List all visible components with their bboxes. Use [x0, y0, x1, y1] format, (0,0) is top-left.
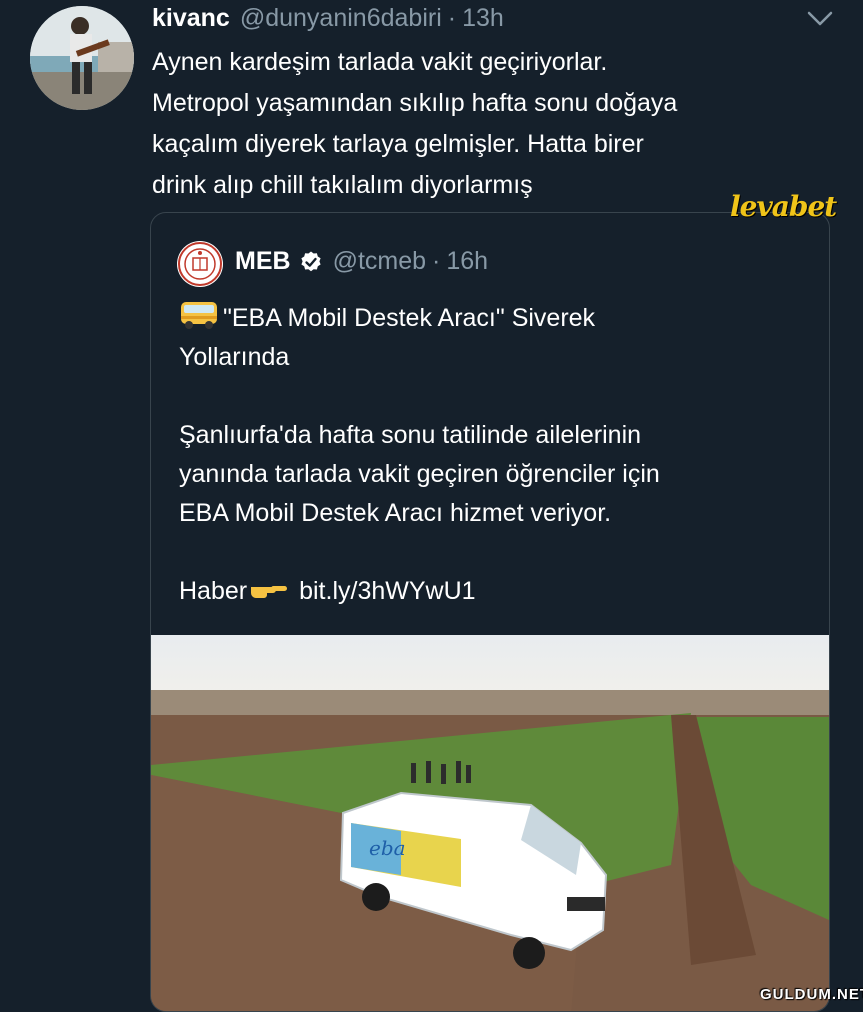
quoted-tweet-card[interactable]: MEB @tcmeb · 16h "EBA Mobil Destek Aracı…	[150, 212, 830, 1012]
quoted-title-line-2: Yollarında	[179, 343, 290, 371]
quoted-body-line: EBA Mobil Destek Aracı hizmet veriyor.	[179, 499, 612, 527]
quoted-link-line: Haber bit.ly/3hWYwU1	[179, 572, 809, 611]
quoted-tweet-header: MEB @tcmeb · 16h	[235, 247, 488, 276]
author-name[interactable]: kivanc	[152, 4, 230, 33]
tweet-header: kivanc @dunyanin6dabiri · 13h	[152, 4, 504, 34]
tweet-timestamp[interactable]: 13h	[462, 4, 504, 33]
quoted-body-line: yanında tarlada vakit geçiren öğrenciler…	[179, 460, 660, 488]
minibus-emoji-icon	[181, 302, 217, 329]
van-logo-text: eba	[369, 836, 406, 860]
quoted-body-line: Şanlıurfa'da hafta sonu tatilinde ailele…	[179, 421, 642, 449]
news-link[interactable]: bit.ly/3hWYwU1	[299, 577, 475, 605]
header-separator: ·	[447, 4, 457, 32]
quoted-header-separator: ·	[432, 247, 441, 275]
quoted-title-text: "EBA Mobil Destek Aracı" Siverek	[223, 304, 596, 332]
tweet-text-line: kaçalım diyerek tarlaya gelmişler. Hatta…	[152, 130, 644, 158]
author-handle[interactable]: @dunyanin6dabiri	[240, 4, 442, 33]
quoted-tweet-body: "EBA Mobil Destek Aracı" Siverek Yolları…	[179, 299, 809, 611]
quoted-tweet-timestamp[interactable]: 16h	[446, 247, 488, 276]
quoted-title-line: "EBA Mobil Destek Aracı" Siverek	[179, 299, 809, 338]
chevron-down-icon[interactable]	[806, 10, 834, 28]
tweet-photo[interactable]: eba	[151, 635, 829, 1011]
tweet-text: Aynen kardeşim tarlada vakit geçiriyorla…	[152, 42, 842, 206]
verified-badge-icon	[300, 251, 321, 271]
guldum-watermark: GULDUM.NET	[760, 986, 863, 1003]
quoted-author-name[interactable]: MEB	[235, 247, 291, 276]
author-avatar[interactable]	[30, 6, 134, 110]
quoted-author-handle[interactable]: @tcmeb	[333, 247, 426, 276]
meb-logo[interactable]	[177, 241, 223, 287]
levabet-watermark: levabet	[730, 190, 837, 223]
link-prefix: Haber	[179, 577, 248, 605]
tweet-text-line: Aynen kardeşim tarlada vakit geçiriyorla…	[152, 48, 608, 76]
pointing-hand-emoji-icon	[251, 586, 288, 598]
tweet-text-line: Metropol yaşamından sıkılıp hafta sonu d…	[152, 89, 678, 117]
